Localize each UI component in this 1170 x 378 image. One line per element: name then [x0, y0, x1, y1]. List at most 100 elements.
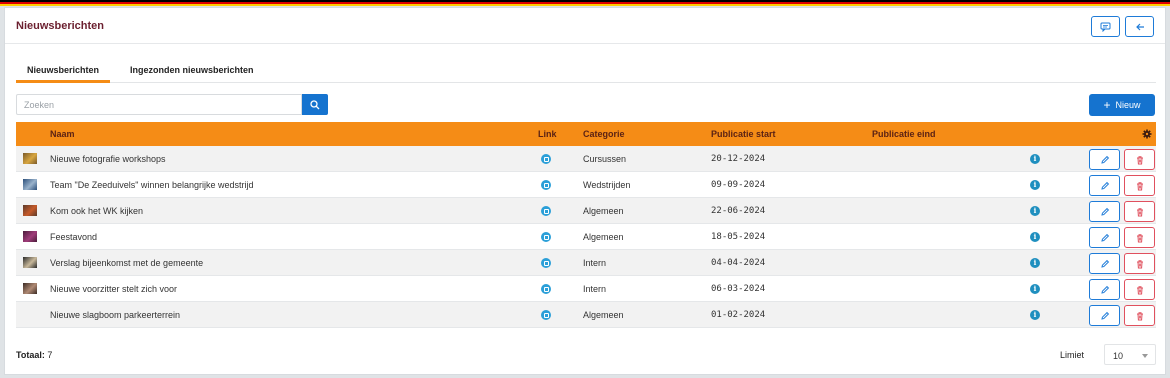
link-icon[interactable]: [541, 258, 551, 268]
row-category: Wedstrijden: [583, 180, 631, 190]
trash-icon: [1136, 233, 1143, 242]
info-icon[interactable]: i: [1030, 310, 1040, 320]
link-icon[interactable]: [541, 206, 551, 216]
limit-select[interactable]: 10: [1104, 344, 1156, 365]
pencil-icon: [1100, 259, 1109, 268]
info-icon[interactable]: i: [1030, 180, 1040, 190]
info-icon[interactable]: i: [1030, 232, 1040, 242]
panel-header: Nieuwsberichten: [5, 8, 1165, 44]
search-input[interactable]: Zoeken: [16, 94, 302, 115]
edit-button[interactable]: [1089, 253, 1120, 274]
link-icon[interactable]: [541, 284, 551, 294]
table-header: Naam Link Categorie Publicatie start Pub…: [16, 122, 1156, 146]
feedback-button[interactable]: [1091, 16, 1120, 37]
col-pub-start[interactable]: Publicatie start: [711, 129, 776, 139]
search-icon: [310, 99, 320, 109]
row-pub-start: 04-04-2024: [711, 258, 766, 268]
edit-button[interactable]: [1089, 175, 1120, 196]
total-count: Totaal: 7: [16, 350, 52, 360]
row-name: Verslag bijeenkomst met de gemeente: [50, 258, 204, 268]
thumbnail-image: [23, 283, 37, 294]
edit-button[interactable]: [1089, 227, 1120, 248]
row-name: Nieuwe voorzitter stelt zich voor: [50, 284, 178, 294]
delete-button[interactable]: [1124, 175, 1155, 196]
col-link[interactable]: Link: [538, 129, 557, 139]
row-category: Algemeen: [583, 310, 624, 320]
thumbnail-image: [23, 179, 37, 190]
table-row[interactable]: Nieuwe voorzitter stelt zich voor Intern…: [16, 276, 1156, 302]
pencil-icon: [1100, 233, 1109, 242]
edit-button[interactable]: [1089, 305, 1120, 326]
gear-icon[interactable]: [1142, 129, 1152, 139]
table-row[interactable]: Verslag bijeenkomst met de gemeente Inte…: [16, 250, 1156, 276]
tab-ingezonden-nieuwsberichten[interactable]: Ingezonden nieuwsberichten: [130, 65, 254, 83]
delete-button[interactable]: [1124, 279, 1155, 300]
trash-icon: [1136, 155, 1143, 164]
plus-icon: +: [1103, 98, 1111, 112]
trash-icon: [1136, 285, 1143, 294]
col-pub-end[interactable]: Publicatie eind: [872, 129, 936, 139]
total-value: 7: [47, 350, 53, 360]
row-name: Nieuwe slagboom parkeerterrein: [50, 310, 181, 320]
link-icon[interactable]: [541, 232, 551, 242]
row-category: Intern: [583, 284, 607, 294]
table-row[interactable]: Feestavond Algemeen 18-05-2024 i: [16, 224, 1156, 250]
thumbnail-image: [23, 231, 37, 242]
row-category: Algemeen: [583, 206, 624, 216]
link-icon[interactable]: [541, 310, 551, 320]
pencil-icon: [1100, 311, 1109, 320]
link-icon[interactable]: [541, 180, 551, 190]
pencil-icon: [1100, 285, 1109, 294]
news-panel: Nieuwsberichten Nieuwsberichten Ingezond…: [4, 7, 1166, 375]
info-icon[interactable]: i: [1030, 258, 1040, 268]
edit-button[interactable]: [1089, 149, 1120, 170]
tab-label: Ingezonden nieuwsberichten: [130, 65, 254, 75]
trash-icon: [1136, 259, 1143, 268]
col-name[interactable]: Naam: [50, 129, 75, 139]
info-icon[interactable]: i: [1030, 206, 1040, 216]
limit-value: 10: [1113, 351, 1124, 361]
edit-button[interactable]: [1089, 201, 1120, 222]
row-pub-start: 20-12-2024: [711, 154, 766, 164]
arrow-left-icon: [1135, 23, 1144, 30]
new-button[interactable]: + Nieuw: [1089, 94, 1155, 116]
search-button[interactable]: [302, 94, 328, 115]
delete-button[interactable]: [1124, 253, 1155, 274]
edit-button[interactable]: [1089, 279, 1120, 300]
table-row[interactable]: Nieuwe fotografie workshops Cursussen 20…: [16, 146, 1156, 172]
row-name: Nieuwe fotografie workshops: [50, 154, 166, 164]
col-category[interactable]: Categorie: [583, 129, 625, 139]
tab-label: Nieuwsberichten: [27, 65, 100, 75]
row-name: Team "De Zeeduivels" winnen belangrijke …: [50, 180, 254, 190]
thumbnail-image: [23, 257, 37, 268]
trash-icon: [1136, 311, 1143, 320]
trash-icon: [1136, 181, 1143, 190]
row-pub-start: 06-03-2024: [711, 284, 766, 294]
total-label: Totaal:: [16, 350, 45, 360]
row-pub-start: 22-06-2024: [711, 206, 766, 216]
tab-nieuwsberichten[interactable]: Nieuwsberichten: [16, 65, 111, 83]
delete-button[interactable]: [1124, 149, 1155, 170]
info-icon[interactable]: i: [1030, 154, 1040, 164]
link-icon[interactable]: [541, 154, 551, 164]
tab-bar: Nieuwsberichten Ingezonden nieuwsbericht…: [16, 65, 1156, 83]
row-category: Cursussen: [583, 154, 627, 164]
delete-button[interactable]: [1124, 305, 1155, 326]
table-row[interactable]: Nieuwe slagboom parkeerterrein Algemeen …: [16, 302, 1156, 328]
row-pub-start: 09-09-2024: [711, 180, 766, 190]
chevron-down-icon: [1142, 354, 1148, 358]
pencil-icon: [1100, 207, 1109, 216]
comment-icon: [1100, 22, 1111, 32]
trash-icon: [1136, 207, 1143, 216]
info-icon[interactable]: i: [1030, 284, 1040, 294]
thumbnail-image: [23, 205, 37, 216]
delete-button[interactable]: [1124, 227, 1155, 248]
delete-button[interactable]: [1124, 201, 1155, 222]
new-button-label: Nieuw: [1115, 100, 1141, 110]
table-row[interactable]: Kom ook het WK kijken Algemeen 22-06-202…: [16, 198, 1156, 224]
limit-label: Limiet: [1060, 350, 1085, 360]
table-row[interactable]: Team "De Zeeduivels" winnen belangrijke …: [16, 172, 1156, 198]
row-category: Intern: [583, 258, 607, 268]
pencil-icon: [1100, 181, 1109, 190]
back-button[interactable]: [1125, 16, 1154, 37]
